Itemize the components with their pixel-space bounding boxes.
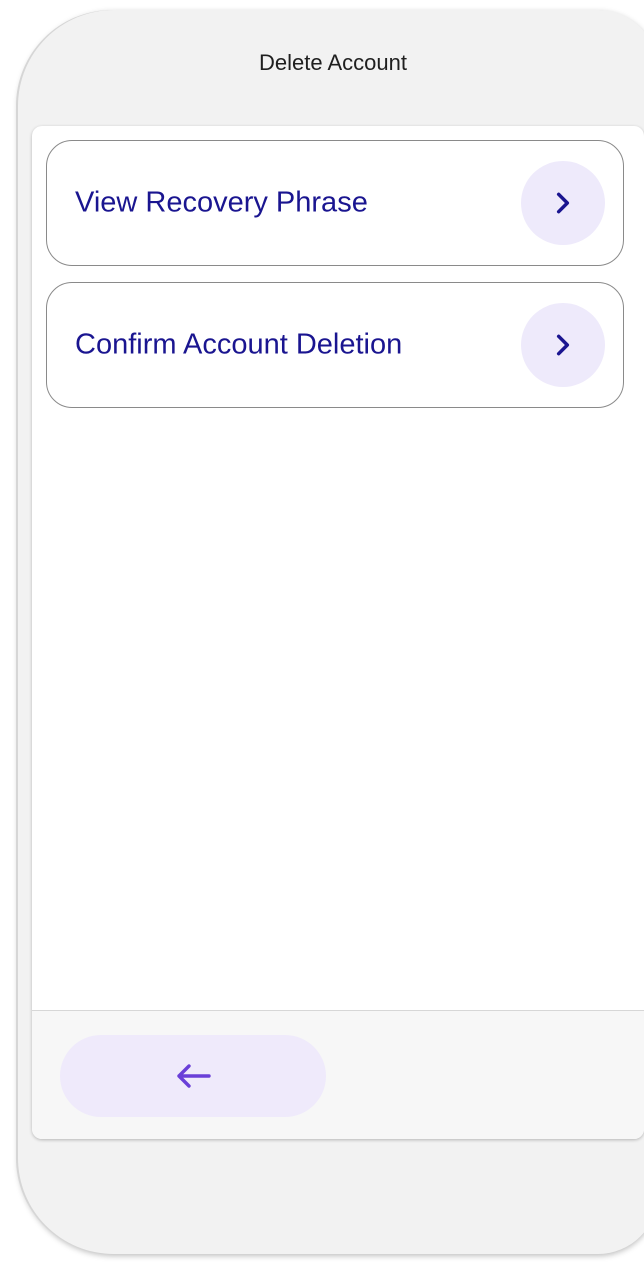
bottom-bar (32, 1010, 644, 1139)
view-recovery-phrase-button[interactable]: View Recovery Phrase (46, 140, 624, 266)
options-list: View Recovery Phrase Confirm Account Del… (46, 140, 624, 424)
arrow-left-icon (177, 1064, 211, 1088)
app-bar: Delete Account (18, 10, 644, 126)
chevron-right-glyph (556, 334, 570, 356)
content-panel: View Recovery Phrase Confirm Account Del… (32, 126, 644, 1139)
confirm-account-deletion-button[interactable]: Confirm Account Deletion (46, 282, 624, 408)
confirm-account-deletion-label: Confirm Account Deletion (75, 328, 403, 361)
back-button[interactable] (60, 1035, 326, 1117)
chevron-right-icon[interactable] (521, 303, 605, 387)
view-recovery-phrase-label: View Recovery Phrase (75, 186, 368, 219)
chevron-right-glyph (556, 192, 570, 214)
chevron-right-icon[interactable] (521, 161, 605, 245)
page-title: Delete Account (259, 50, 407, 75)
device-frame: Delete Account View Recovery Phrase Conf… (18, 10, 644, 1254)
